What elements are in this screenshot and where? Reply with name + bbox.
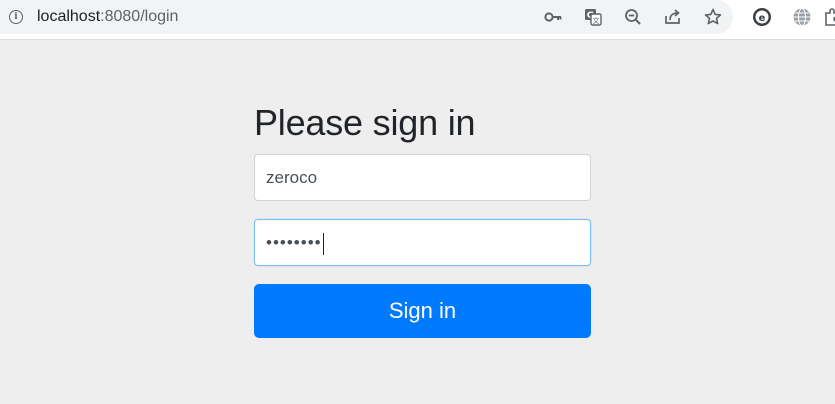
username-field[interactable]: zeroco xyxy=(254,154,591,201)
extensions-bar: e xyxy=(742,0,835,34)
translate-icon[interactable]: G文 xyxy=(573,0,613,34)
zoom-out-icon[interactable] xyxy=(613,0,653,34)
login-form: Please sign in zeroco •••••••• Sign in xyxy=(254,100,591,338)
site-info-icon[interactable]: i xyxy=(9,10,23,24)
svg-text:文: 文 xyxy=(593,16,600,25)
url-path: :8080/login xyxy=(100,8,179,25)
puzzle-icon[interactable] xyxy=(822,0,835,34)
browser-toolbar: i localhost:8080/login G文 e xyxy=(0,0,835,40)
page-title: Please sign in xyxy=(254,102,476,143)
url-host: localhost xyxy=(37,8,101,25)
address-bar-actions: G文 xyxy=(533,0,733,34)
address-bar[interactable]: i localhost:8080/login G文 xyxy=(0,0,733,34)
key-icon[interactable] xyxy=(533,0,573,34)
password-value: •••••••• xyxy=(266,233,322,252)
bookmark-star-icon[interactable] xyxy=(693,0,733,34)
password-field[interactable]: •••••••• xyxy=(254,219,591,266)
share-icon[interactable] xyxy=(653,0,693,34)
sign-in-button[interactable]: Sign in xyxy=(254,284,591,338)
extension-e-icon[interactable]: e xyxy=(742,0,782,34)
svg-text:e: e xyxy=(759,13,766,24)
text-caret xyxy=(322,232,324,255)
username-value: zeroco xyxy=(266,168,318,187)
url-text[interactable]: localhost:8080/login xyxy=(37,8,178,26)
globe-icon[interactable] xyxy=(782,0,822,34)
